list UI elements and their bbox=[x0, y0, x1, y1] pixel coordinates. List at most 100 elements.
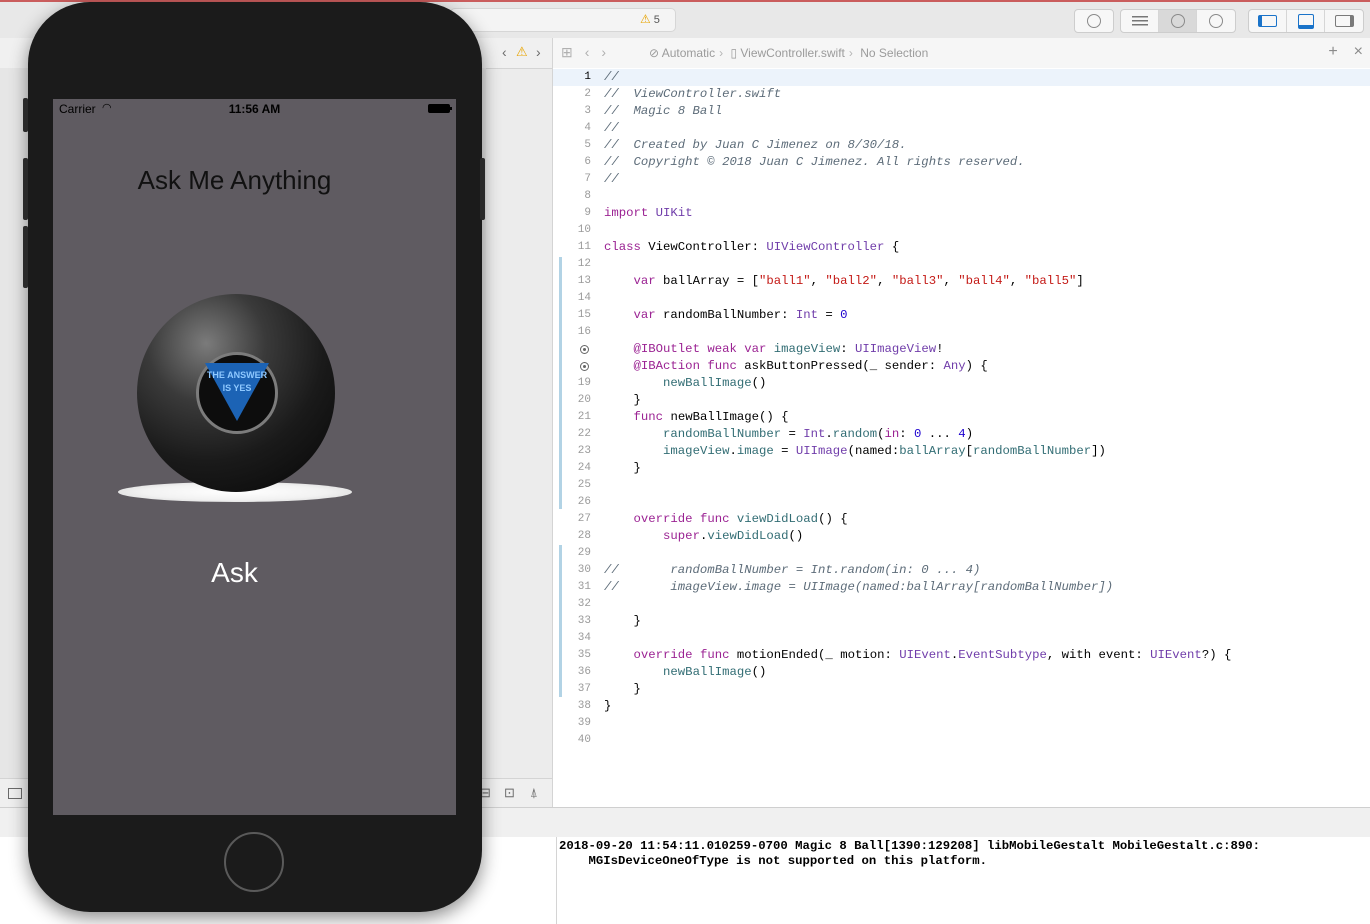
code-text: } bbox=[604, 682, 641, 696]
code-text: } bbox=[604, 614, 641, 628]
ask-button[interactable]: Ask bbox=[53, 557, 416, 589]
code-line[interactable]: 28 super.viewDidLoad() bbox=[553, 528, 1370, 545]
line-number: 37 bbox=[577, 683, 591, 695]
editor-mode-control[interactable] bbox=[1120, 9, 1236, 33]
code-line[interactable]: 34 bbox=[553, 630, 1370, 647]
code-line[interactable]: 6 // Copyright © 2018 Juan C Jimenez. All… bbox=[553, 154, 1370, 171]
right-panel-icon bbox=[1334, 15, 1354, 27]
code-line[interactable]: 23 imageView.image = UIImage(named:ballA… bbox=[553, 443, 1370, 460]
back-arrow-icon[interactable]: ‹ bbox=[585, 44, 590, 61]
code-text: var ballArray = ["ball1", "ball2", "ball… bbox=[633, 274, 1084, 288]
code-line[interactable]: @IBOutlet weak var imageView: UIImageVie… bbox=[553, 341, 1370, 358]
code-line[interactable]: 13 var ballArray = ["ball1", "ball2", "b… bbox=[553, 273, 1370, 290]
panel-toggle-control[interactable] bbox=[1248, 9, 1364, 33]
code-line[interactable]: 33 } bbox=[553, 613, 1370, 630]
assistant-editor-button[interactable] bbox=[1159, 10, 1197, 32]
line-number: 12 bbox=[577, 258, 591, 270]
breadcrumb-selection[interactable]: No Selection bbox=[860, 46, 928, 60]
code-line[interactable]: 14 bbox=[553, 290, 1370, 307]
code-line[interactable]: 15 var randomBallNumber: Int = 0 bbox=[553, 307, 1370, 324]
source-editor[interactable]: 1 // 2 // ViewController.swift 3 // Magic 8 B… bbox=[552, 68, 1370, 807]
document-outline-icon[interactable] bbox=[8, 788, 22, 799]
code-line[interactable]: 38} bbox=[553, 698, 1370, 715]
chevron-left-icon[interactable]: ‹ bbox=[502, 44, 507, 60]
breadcrumb-mode[interactable]: Automatic bbox=[662, 46, 715, 60]
debug-toggle-button[interactable] bbox=[1287, 10, 1325, 32]
line-number: 23 bbox=[577, 445, 591, 457]
code-text: // ViewController.swift bbox=[604, 87, 782, 101]
code-text: } bbox=[604, 393, 641, 407]
code-line[interactable]: 22 randomBallNumber = Int.random(in: 0 .… bbox=[553, 426, 1370, 443]
utilities-toggle-button[interactable] bbox=[1325, 10, 1363, 32]
code-text: // bbox=[604, 172, 619, 186]
code-line[interactable]: 26 bbox=[553, 494, 1370, 511]
code-line[interactable]: 25 bbox=[553, 477, 1370, 494]
close-icon[interactable]: × bbox=[1354, 43, 1363, 61]
code-line[interactable]: 20 } bbox=[553, 392, 1370, 409]
code-line[interactable]: 4 // bbox=[553, 120, 1370, 137]
code-line[interactable]: 37 } bbox=[553, 681, 1370, 698]
line-number: 39 bbox=[577, 717, 591, 729]
breadcrumb-file[interactable]: ViewController.swift bbox=[740, 46, 844, 60]
code-line[interactable]: 12 bbox=[553, 256, 1370, 273]
code-text: import UIKit bbox=[604, 206, 693, 220]
code-text: // Created by Juan C Jimenez on 8/30/18. bbox=[604, 138, 907, 152]
code-line[interactable]: 16 bbox=[553, 324, 1370, 341]
code-line[interactable]: 7 // bbox=[553, 171, 1370, 188]
code-line[interactable]: 9 import UIKit bbox=[553, 205, 1370, 222]
line-number: 25 bbox=[577, 479, 591, 491]
warning-count: 5 bbox=[653, 14, 660, 26]
related-items-icon[interactable]: ⊞ bbox=[561, 44, 573, 61]
code-line[interactable]: 11 class ViewController: UIViewController… bbox=[553, 239, 1370, 256]
file-icon: ▯ bbox=[730, 46, 738, 60]
code-line[interactable]: 19 newBallImage() bbox=[553, 375, 1370, 392]
chevron-right-icon[interactable]: › bbox=[536, 44, 541, 60]
code-line[interactable]: 31 // imageView.image = UIImage(named:bal… bbox=[553, 579, 1370, 596]
code-line[interactable]: 3 // Magic 8 Ball bbox=[553, 103, 1370, 120]
code-line[interactable]: 10 bbox=[553, 222, 1370, 239]
power-button bbox=[480, 158, 485, 220]
breakpoint-toggle[interactable] bbox=[1074, 9, 1114, 33]
standard-editor-button[interactable] bbox=[1121, 10, 1159, 32]
code-text: class ViewController: UIViewController { bbox=[604, 240, 900, 254]
line-number: 1 bbox=[584, 71, 591, 83]
pin-icon[interactable]: ⊡ bbox=[504, 785, 515, 801]
navigator-toggle-button[interactable] bbox=[1249, 10, 1287, 32]
outlet-connection-icon[interactable] bbox=[580, 345, 589, 354]
version-editor-button[interactable] bbox=[1197, 10, 1235, 32]
code-line[interactable]: 30 // randomBallNumber = Int.random(in: 0… bbox=[553, 562, 1370, 579]
code-line[interactable]: 5 // Created by Juan C Jimenez on 8/30/18… bbox=[553, 137, 1370, 154]
add-editor-icon[interactable]: + bbox=[1328, 43, 1337, 61]
line-number: 38 bbox=[577, 700, 591, 712]
code-line[interactable]: 21 func newBallImage() { bbox=[553, 409, 1370, 426]
code-text: } bbox=[604, 461, 641, 475]
ball-answer-text: THE ANSWER IS YES bbox=[206, 370, 268, 393]
code-line[interactable]: 8 bbox=[553, 188, 1370, 205]
code-line[interactable]: 35 override func motionEnded(_ motion: U… bbox=[553, 647, 1370, 664]
code-line[interactable]: 40 bbox=[553, 732, 1370, 749]
console-output[interactable]: 2018-09-20 11:54:11.010259-0700 Magic 8 … bbox=[557, 837, 1370, 924]
resolve-issues-icon[interactable]: ⍋ bbox=[530, 785, 538, 801]
outlet-connection-icon[interactable] bbox=[580, 362, 589, 371]
code-line[interactable]: 36 newBallImage() bbox=[553, 664, 1370, 681]
warning-indicator[interactable]: ⚠ 5 bbox=[640, 12, 660, 26]
line-number: 16 bbox=[577, 326, 591, 338]
warning-icon[interactable]: ⚠ bbox=[516, 44, 528, 60]
code-line[interactable]: 2 // ViewController.swift bbox=[553, 86, 1370, 103]
code-line[interactable]: 1 // bbox=[553, 69, 1370, 86]
code-line[interactable]: 39 bbox=[553, 715, 1370, 732]
line-number: 40 bbox=[577, 734, 591, 746]
forward-arrow-icon[interactable]: › bbox=[601, 44, 606, 61]
home-button[interactable] bbox=[224, 832, 284, 892]
code-text: // bbox=[604, 70, 619, 84]
code-line[interactable]: 29 bbox=[553, 545, 1370, 562]
line-number: 34 bbox=[577, 632, 591, 644]
line-number: 19 bbox=[577, 377, 591, 389]
line-number: 3 bbox=[584, 105, 591, 117]
code-line[interactable]: 32 bbox=[553, 596, 1370, 613]
code-line[interactable]: 24 } bbox=[553, 460, 1370, 477]
code-line[interactable]: @IBAction func askButtonPressed(_ sender… bbox=[553, 358, 1370, 375]
line-number: 33 bbox=[577, 615, 591, 627]
code-line[interactable]: 27 override func viewDidLoad() { bbox=[553, 511, 1370, 528]
line-number: 31 bbox=[577, 581, 591, 593]
